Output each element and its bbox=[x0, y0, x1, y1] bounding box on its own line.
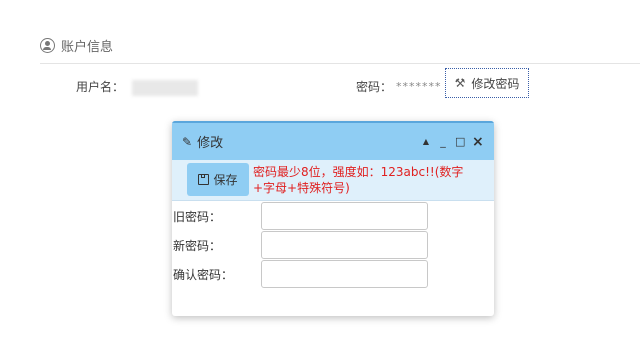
new-password-row: 新密码： bbox=[172, 230, 494, 260]
username-value-redacted bbox=[132, 80, 198, 96]
confirm-password-input[interactable] bbox=[261, 260, 428, 288]
collapse-icon[interactable]: ▲ bbox=[421, 137, 431, 146]
maximize-icon[interactable]: □ bbox=[455, 135, 465, 148]
pencil-icon: ✎ bbox=[182, 134, 193, 149]
account-panel: 账户信息 用户名： 密码： ******* ⚒ 修改密码 ✎ 修改 ▲ _ □ … bbox=[0, 0, 640, 347]
password-mask: ******* bbox=[396, 79, 442, 93]
dialog-toolbar: 保存 密码最少8位，强度如：123abc!!(数字+字母+特殊符号) bbox=[172, 160, 494, 201]
minimize-icon[interactable]: _ bbox=[438, 135, 448, 148]
password-label: 密码： bbox=[356, 79, 393, 94]
section-header: 账户信息 bbox=[40, 33, 113, 57]
change-password-dialog: ✎ 修改 ▲ _ □ × 保存 密码最少8位，强度如：123abc!!(数字+字… bbox=[172, 121, 494, 316]
confirm-password-label: 确认密码： bbox=[173, 267, 234, 282]
password-hint: 密码最少8位，强度如：123abc!!(数字+字母+特殊符号) bbox=[253, 165, 464, 195]
new-password-input[interactable] bbox=[261, 231, 428, 259]
section-title: 账户信息 bbox=[61, 39, 114, 55]
save-button[interactable]: 保存 bbox=[187, 163, 249, 196]
confirm-password-row: 确认密码： bbox=[172, 259, 494, 289]
dialog-title-group: ✎ 修改 bbox=[182, 132, 224, 152]
old-password-input[interactable] bbox=[261, 202, 428, 230]
window-controls: ▲ _ □ × bbox=[421, 134, 484, 150]
key-icon: ⚒ bbox=[454, 76, 466, 90]
user-icon bbox=[40, 37, 55, 53]
floppy-icon bbox=[198, 174, 210, 185]
new-password-label: 新密码： bbox=[173, 238, 222, 253]
change-password-button[interactable]: ⚒ 修改密码 bbox=[445, 68, 529, 98]
dialog-title: 修改 bbox=[197, 136, 224, 151]
divider bbox=[40, 63, 640, 64]
old-password-label: 旧密码： bbox=[173, 209, 222, 224]
change-password-label: 修改密码 bbox=[471, 76, 520, 91]
old-password-row: 旧密码： bbox=[172, 201, 494, 231]
password-row: 密码： ******* bbox=[356, 76, 442, 96]
dialog-titlebar[interactable]: ✎ 修改 ▲ _ □ × bbox=[172, 121, 494, 160]
close-icon[interactable]: × bbox=[472, 134, 484, 150]
username-label: 用户名： bbox=[76, 79, 125, 94]
save-label: 保存 bbox=[213, 173, 238, 187]
